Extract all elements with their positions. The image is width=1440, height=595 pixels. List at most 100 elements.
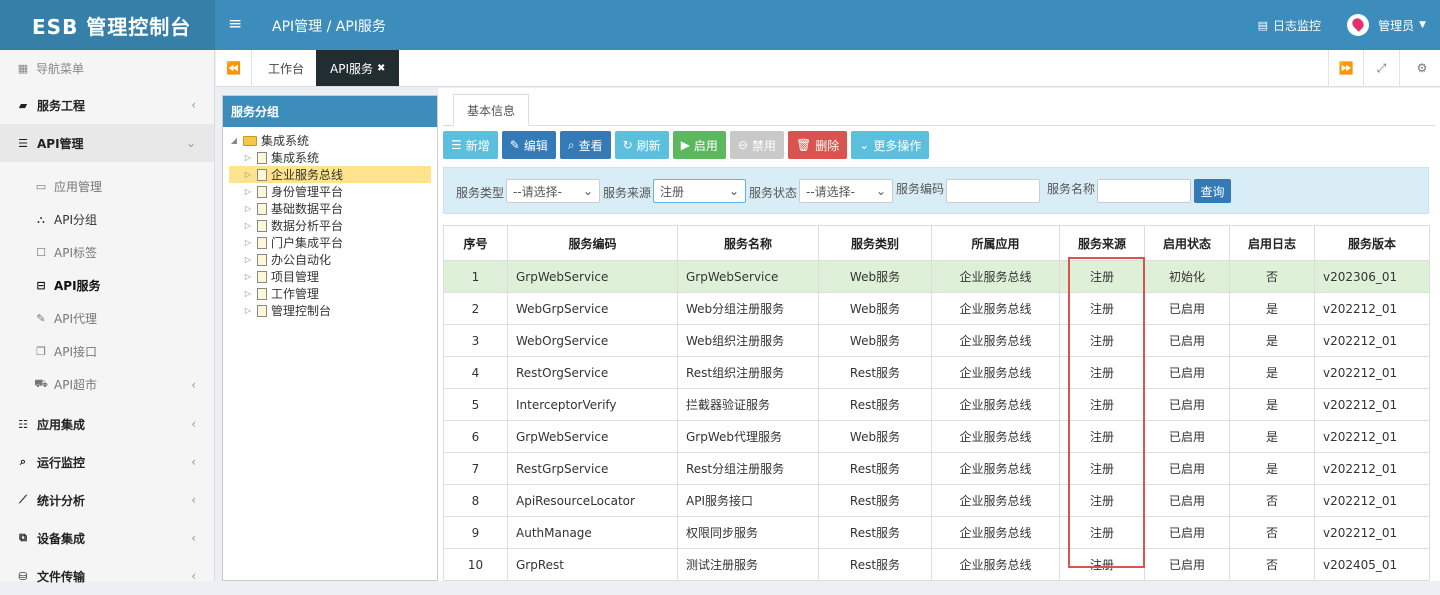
sidebar-sub-api-market[interactable]: ⛟ API超市 ‹ bbox=[0, 368, 214, 401]
table-cell: v202212_01 bbox=[1314, 484, 1430, 517]
column-header[interactable]: 服务类别 bbox=[818, 225, 932, 261]
file-icon bbox=[257, 219, 267, 232]
table-row[interactable]: 5 InterceptorVerify 拦截器验证服务 Rest服务 企业服务总线 注册已… bbox=[443, 388, 1430, 421]
sidebar-sub-api-group[interactable]: ⛬ API分组 bbox=[0, 203, 214, 236]
add-button[interactable]: ☰ 新增 bbox=[443, 131, 498, 159]
sidebar-sub-api-tag[interactable]: ☐ API标签 bbox=[0, 236, 214, 269]
table-row[interactable]: 1 GrpWebService GrpWebService Web服务 企业服务总线 注册… bbox=[443, 260, 1430, 293]
table-row[interactable]: 7 RestGrpService Rest分组注册服务 Rest服务 企业服务总线 注册已… bbox=[443, 452, 1430, 485]
column-header[interactable]: 服务来源 bbox=[1059, 225, 1145, 261]
tree-collapsed-icon[interactable]: ▷ bbox=[243, 170, 253, 179]
tree-node[interactable]: ▷ 数据分析平台 bbox=[229, 217, 437, 234]
tab-scroll-right-icon[interactable]: ⏩ bbox=[1328, 50, 1364, 86]
table-row[interactable]: 4 RestOrgService Rest组织注册服务 Rest服务 企业服务总线 注册已… bbox=[443, 356, 1430, 389]
table-cell: 9 bbox=[443, 516, 508, 549]
tree-node[interactable]: ▷ 工作管理 bbox=[229, 285, 437, 302]
disable-button[interactable]: ⊖ 禁用 bbox=[729, 131, 785, 159]
menu-toggle-icon[interactable]: ≡ bbox=[228, 14, 242, 34]
tree-collapsed-icon[interactable]: ▷ bbox=[243, 187, 253, 196]
tree-node-selected[interactable]: ▷ 企业服务总线 bbox=[229, 166, 431, 183]
sidebar-item-run-monitor[interactable]: ⌕ 运行监控 ‹ bbox=[0, 443, 214, 481]
user-menu[interactable]: 管理员 ▼ bbox=[1347, 14, 1426, 36]
disable-button-label: 禁用 bbox=[752, 138, 777, 153]
tree-node-label: 工作管理 bbox=[271, 287, 320, 301]
refresh-button[interactable]: ↻ 刷新 bbox=[614, 131, 669, 159]
column-header[interactable]: 启用日志 bbox=[1229, 225, 1315, 261]
cart-icon: ⛟ bbox=[34, 377, 48, 390]
view-button[interactable]: ⌕ 查看 bbox=[559, 131, 611, 159]
tree-collapsed-icon[interactable]: ▷ bbox=[243, 255, 253, 264]
sidebar-item-device-integration[interactable]: ⧉ 设备集成 ‹ bbox=[0, 519, 214, 557]
column-header[interactable]: 启用状态 bbox=[1144, 225, 1230, 261]
tree-node[interactable]: ▷ 办公自动化 bbox=[229, 251, 437, 268]
table-row[interactable]: 3 WebOrgService Web组织注册服务 Web服务 企业服务总线 注册 已启用是… bbox=[443, 324, 1430, 357]
sidebar-sub-api-proxy[interactable]: ✎ API代理 bbox=[0, 302, 214, 335]
tree-node[interactable]: ▷ 身份管理平台 bbox=[229, 183, 437, 200]
table-cell: WebOrgService bbox=[507, 324, 678, 357]
sidebar-item-api-management[interactable]: ☰ API管理 ⌄ bbox=[0, 124, 214, 162]
tree-node[interactable]: ▷ 集成系统 bbox=[229, 149, 437, 166]
tab-api-service[interactable]: API服务 ✖ bbox=[316, 50, 400, 86]
sidebar-item-statistics[interactable]: ⟋ 统计分析 ‹ bbox=[0, 481, 214, 519]
column-header[interactable]: 序号 bbox=[443, 225, 508, 261]
tab-workbench[interactable]: 工作台 bbox=[254, 50, 318, 86]
column-header[interactable]: 所属应用 bbox=[931, 225, 1060, 261]
tab-scroll-left-icon[interactable]: ⏪ bbox=[216, 50, 252, 86]
tree-node-root[interactable]: ◢ 集成系统 bbox=[229, 132, 437, 149]
delete-button[interactable]: 🗑 删除 bbox=[788, 131, 848, 159]
sidebar-item-file-transfer[interactable]: ⛁ 文件传输 ‹ bbox=[0, 557, 214, 595]
tree-collapsed-icon[interactable]: ▷ bbox=[243, 289, 253, 298]
query-button[interactable]: 查询 bbox=[1194, 179, 1231, 203]
tree-node[interactable]: ▷ 管理控制台 bbox=[229, 302, 437, 319]
chevron-left-icon: ‹ bbox=[191, 455, 196, 469]
caret-down-icon: ▼ bbox=[1419, 20, 1426, 30]
table-cell: 企业服务总线 bbox=[931, 516, 1060, 549]
tree-node[interactable]: ▷ 基础数据平台 bbox=[229, 200, 437, 217]
sidebar-item-app-integration[interactable]: ☷ 应用集成 ‹ bbox=[0, 405, 214, 443]
table-cell: 1 bbox=[443, 260, 508, 293]
sidebar-sub-label: API服务 bbox=[54, 279, 101, 293]
sidebar-sub-api-interface[interactable]: ❐ API接口 bbox=[0, 335, 214, 368]
column-header[interactable]: 服务编码 bbox=[507, 225, 678, 261]
service-status-value: --请选择- bbox=[806, 184, 855, 199]
app-logo[interactable]: ESB 管理控制台 bbox=[0, 0, 215, 50]
table-row[interactable]: 10 GrpRest 测试注册服务 Rest服务 企业服务总线 注册 已启用否 v202405… bbox=[443, 548, 1430, 581]
chevron-left-icon: ‹ bbox=[191, 98, 196, 112]
service-type-select[interactable]: --请选择- ⌄ bbox=[506, 179, 600, 203]
table-row[interactable]: 8 ApiResourceLocator API服务接口 Rest服务 企业服务总线 注册… bbox=[443, 484, 1430, 517]
sidebar-sub-app-management[interactable]: ▭ 应用管理 bbox=[0, 170, 214, 203]
tree-expanded-icon[interactable]: ◢ bbox=[229, 136, 239, 145]
table-cell: 企业服务总线 bbox=[931, 452, 1060, 485]
tree-node[interactable]: ▷ 门户集成平台 bbox=[229, 234, 437, 251]
more-actions-button[interactable]: ⌄ 更多操作 bbox=[851, 131, 930, 159]
tree-collapsed-icon[interactable]: ▷ bbox=[243, 238, 253, 247]
enable-button[interactable]: ▶ 启用 bbox=[672, 131, 726, 159]
service-status-select[interactable]: --请选择- ⌄ bbox=[799, 179, 893, 203]
service-source-select[interactable]: 注册 ⌄ bbox=[653, 179, 746, 203]
table-row[interactable]: 6 GrpWebService GrpWeb代理服务 Web服务 企业服务总线 注册 已启用… bbox=[443, 420, 1430, 453]
tree-collapsed-icon[interactable]: ▷ bbox=[243, 221, 253, 230]
tree-collapsed-icon[interactable]: ▷ bbox=[243, 204, 253, 213]
tab-basic-info[interactable]: 基本信息 bbox=[453, 94, 530, 126]
table-cell: 否 bbox=[1229, 484, 1315, 517]
tree-node-label: 数据分析平台 bbox=[271, 219, 344, 233]
sidebar-sub-api-service[interactable]: ⊟ API服务 bbox=[0, 269, 214, 302]
tree-collapsed-icon[interactable]: ▷ bbox=[243, 153, 253, 162]
tree-collapsed-icon[interactable]: ▷ bbox=[243, 272, 253, 281]
log-monitor-link[interactable]: ▤ 日志监控 bbox=[1258, 17, 1321, 34]
gear-icon[interactable]: ⚙ bbox=[1404, 50, 1440, 86]
table-row[interactable]: 9 AuthManage 权限同步服务 Rest服务 企业服务总线 注册 已启用否 v2022… bbox=[443, 516, 1430, 549]
fullscreen-icon[interactable]: ⤢ bbox=[1364, 50, 1400, 86]
service-code-input[interactable] bbox=[946, 179, 1040, 203]
tree-collapsed-icon[interactable]: ▷ bbox=[243, 306, 253, 315]
table-row[interactable]: 2 WebGrpService Web分组注册服务 Web服务 企业服务总线 注册 已启用是… bbox=[443, 292, 1430, 325]
close-icon[interactable]: ✖ bbox=[377, 63, 385, 74]
service-name-input[interactable] bbox=[1097, 179, 1191, 203]
column-header[interactable]: 服务版本 bbox=[1314, 225, 1430, 261]
edit-button[interactable]: ✎ 编辑 bbox=[501, 131, 556, 159]
tree-node[interactable]: ▷ 项目管理 bbox=[229, 268, 437, 285]
table-cell: 权限同步服务 bbox=[677, 516, 819, 549]
sidebar-item-service-project[interactable]: ▰ 服务工程 ‹ bbox=[0, 86, 214, 124]
table-cell: RestGrpService bbox=[507, 452, 678, 485]
column-header[interactable]: 服务名称 bbox=[677, 225, 819, 261]
